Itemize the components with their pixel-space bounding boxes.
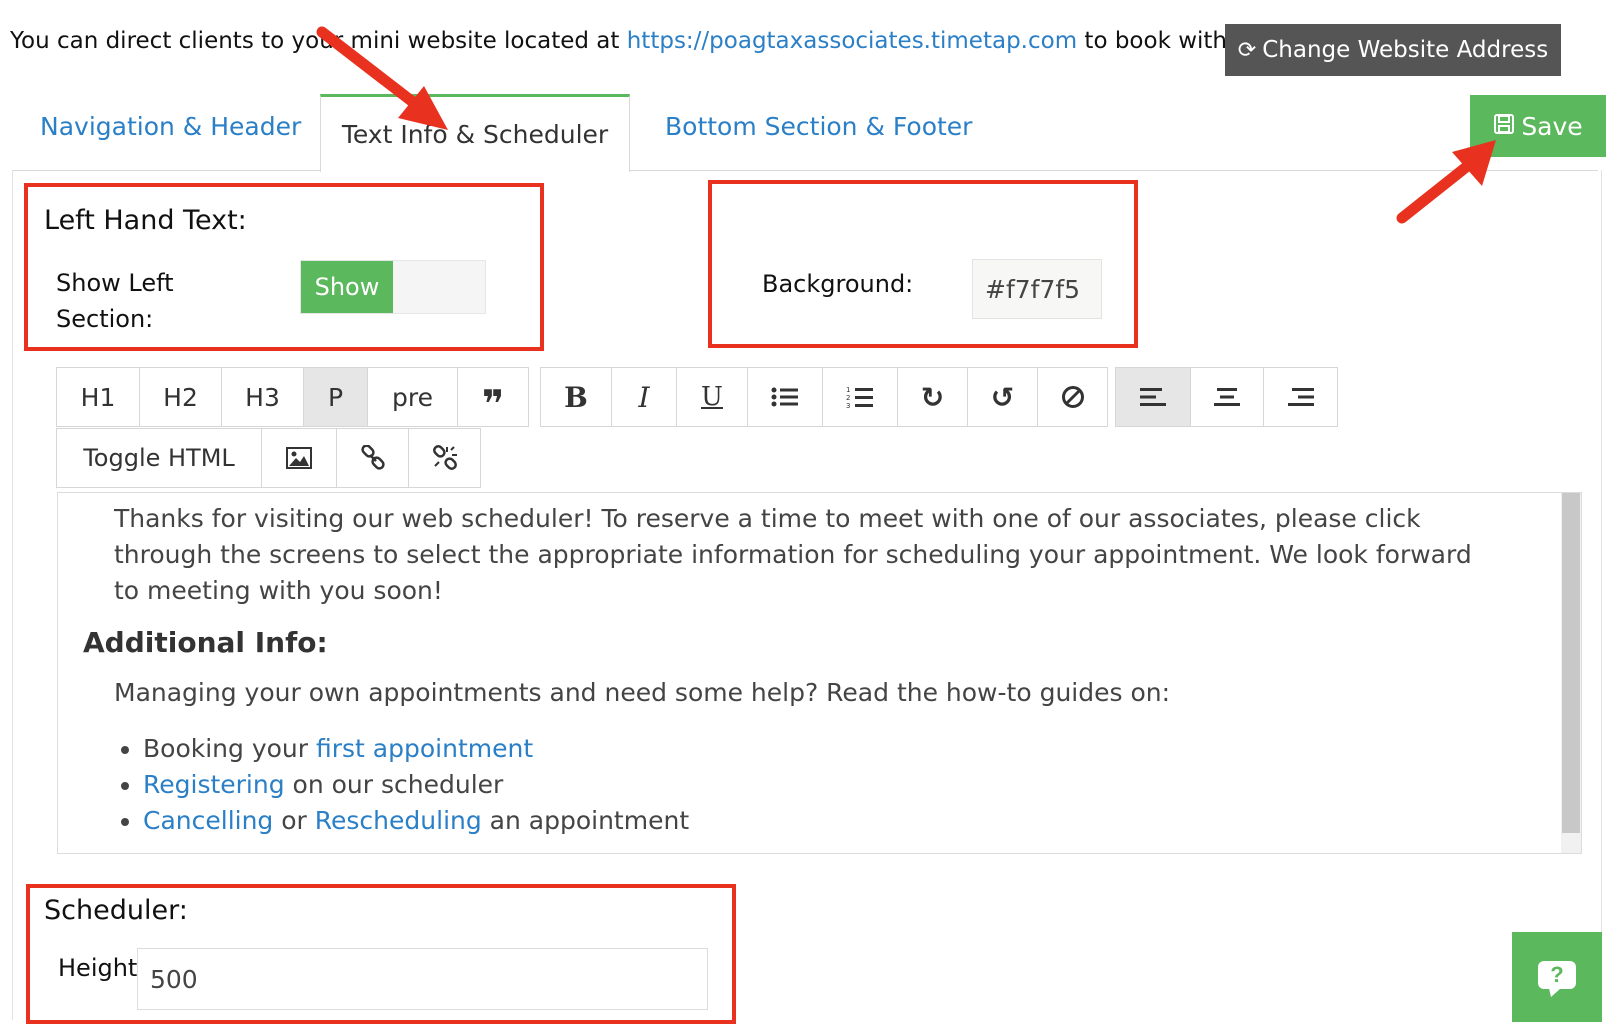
save-label: Save <box>1521 111 1583 141</box>
background-color-input[interactable] <box>972 259 1102 319</box>
left-hand-text-title: Left Hand Text: <box>44 205 247 236</box>
svg-text:1: 1 <box>846 386 850 394</box>
insert-link-button[interactable] <box>336 428 409 488</box>
show-left-section-label: Show Left Section: <box>56 269 174 333</box>
editor-scrollbar-thumb[interactable] <box>1562 493 1580 833</box>
svg-text:3: 3 <box>846 402 850 409</box>
alignment-buttons-group <box>1115 367 1338 427</box>
rich-text-editor[interactable]: Thanks for visiting our web scheduler! T… <box>57 492 1582 854</box>
background-label: Background: <box>762 270 914 298</box>
toggle-show-option[interactable]: Show <box>301 261 393 313</box>
quote-button[interactable]: ❞ <box>457 367 529 427</box>
scheduler-height-input[interactable] <box>137 948 708 1010</box>
insert-buttons-group: Toggle HTML <box>56 428 481 488</box>
website-url-link[interactable]: https://poagtaxassociates.timetap.com <box>627 28 1077 54</box>
scheduler-title: Scheduler: <box>44 895 188 926</box>
quote-icon: ❞ <box>481 382 505 426</box>
h3-button[interactable]: H3 <box>221 367 304 427</box>
align-left-icon <box>1140 387 1166 407</box>
ban-icon <box>1061 385 1085 409</box>
show-left-section-toggle[interactable]: Show <box>300 260 486 314</box>
paragraph-button[interactable]: P <box>303 367 368 427</box>
align-left-button[interactable] <box>1115 367 1191 427</box>
help-chat-button[interactable]: ? <box>1512 932 1602 1022</box>
align-center-icon <box>1214 387 1240 407</box>
tab-text-info-scheduler[interactable]: Text Info & Scheduler <box>320 94 630 172</box>
bullet-list-icon <box>771 386 799 408</box>
editor-intro-paragraph: Thanks for visiting our web scheduler! T… <box>114 504 1472 605</box>
pre-button[interactable]: pre <box>367 367 458 427</box>
toggle-hide-option[interactable] <box>393 261 485 313</box>
clear-formatting-button[interactable] <box>1037 367 1108 427</box>
refresh-icon: ⟳ <box>1237 37 1257 63</box>
save-button[interactable]: Save <box>1470 95 1606 157</box>
redo-icon: ↻ <box>920 380 945 414</box>
rescheduling-link[interactable]: Rescheduling <box>315 806 482 835</box>
editor-help-line: Managing your own appointments and need … <box>114 678 1171 707</box>
bold-button[interactable]: B <box>540 367 612 427</box>
list-item: Cancelling or Rescheduling an appointmen… <box>143 803 689 839</box>
unlink-icon <box>432 445 458 471</box>
link-icon <box>360 445 386 471</box>
editor-guides-list: Booking your first appointment Registeri… <box>113 731 689 839</box>
height-label: Height <box>58 954 138 982</box>
align-center-button[interactable] <box>1190 367 1264 427</box>
change-website-address-label: Change Website Address <box>1262 37 1549 63</box>
list-item-text: Booking your <box>143 734 316 763</box>
align-right-button[interactable] <box>1263 367 1338 427</box>
tab-text-info-label: Text Info & Scheduler <box>341 120 609 149</box>
help-question-mark: ? <box>1550 962 1564 987</box>
bullet-list-button[interactable] <box>747 367 823 427</box>
floppy-disk-icon <box>1493 112 1515 141</box>
remove-link-button[interactable] <box>408 428 481 488</box>
first-appointment-link[interactable]: first appointment <box>316 734 533 763</box>
list-item-text: an appointment <box>481 806 690 835</box>
tab-bottom-section-footer[interactable]: Bottom Section & Footer <box>665 112 972 141</box>
registering-link[interactable]: Registering <box>143 770 285 799</box>
underline-button[interactable]: U <box>676 367 748 427</box>
list-item-text: or <box>273 806 315 835</box>
numbered-list-button[interactable]: 123 <box>822 367 898 427</box>
list-item: Registering on our scheduler <box>143 767 689 803</box>
redo-button[interactable]: ↻ <box>897 367 968 427</box>
image-icon <box>286 447 312 469</box>
h1-button[interactable]: H1 <box>56 367 140 427</box>
editor-additional-info-heading: Additional Info: <box>83 626 328 659</box>
insert-image-button[interactable] <box>261 428 337 488</box>
change-website-address-button[interactable]: ⟳ Change Website Address <box>1225 24 1561 76</box>
toggle-html-button[interactable]: Toggle HTML <box>56 428 262 488</box>
intro-prefix: You can direct clients to your mini webs… <box>10 28 627 54</box>
svg-text:2: 2 <box>846 394 850 402</box>
intro-text: You can direct clients to your mini webs… <box>10 28 1284 54</box>
align-right-icon <box>1287 387 1314 407</box>
numbered-list-icon: 123 <box>846 385 874 409</box>
tab-navigation-header[interactable]: Navigation & Header <box>40 112 301 141</box>
undo-icon: ↺ <box>990 380 1015 414</box>
help-chat-icon: ? <box>1537 960 1577 997</box>
editor-scrollbar[interactable] <box>1561 493 1581 853</box>
cancelling-link[interactable]: Cancelling <box>143 806 273 835</box>
formatting-buttons-group: B I U 123 ↻ ↺ <box>540 367 1108 427</box>
italic-button[interactable]: I <box>611 367 677 427</box>
h2-button[interactable]: H2 <box>139 367 222 427</box>
list-item: Booking your first appointment <box>143 731 689 767</box>
heading-buttons-group: H1 H2 H3 P pre ❞ <box>56 367 529 427</box>
list-item-text: on our scheduler <box>284 770 504 799</box>
undo-button[interactable]: ↺ <box>967 367 1038 427</box>
